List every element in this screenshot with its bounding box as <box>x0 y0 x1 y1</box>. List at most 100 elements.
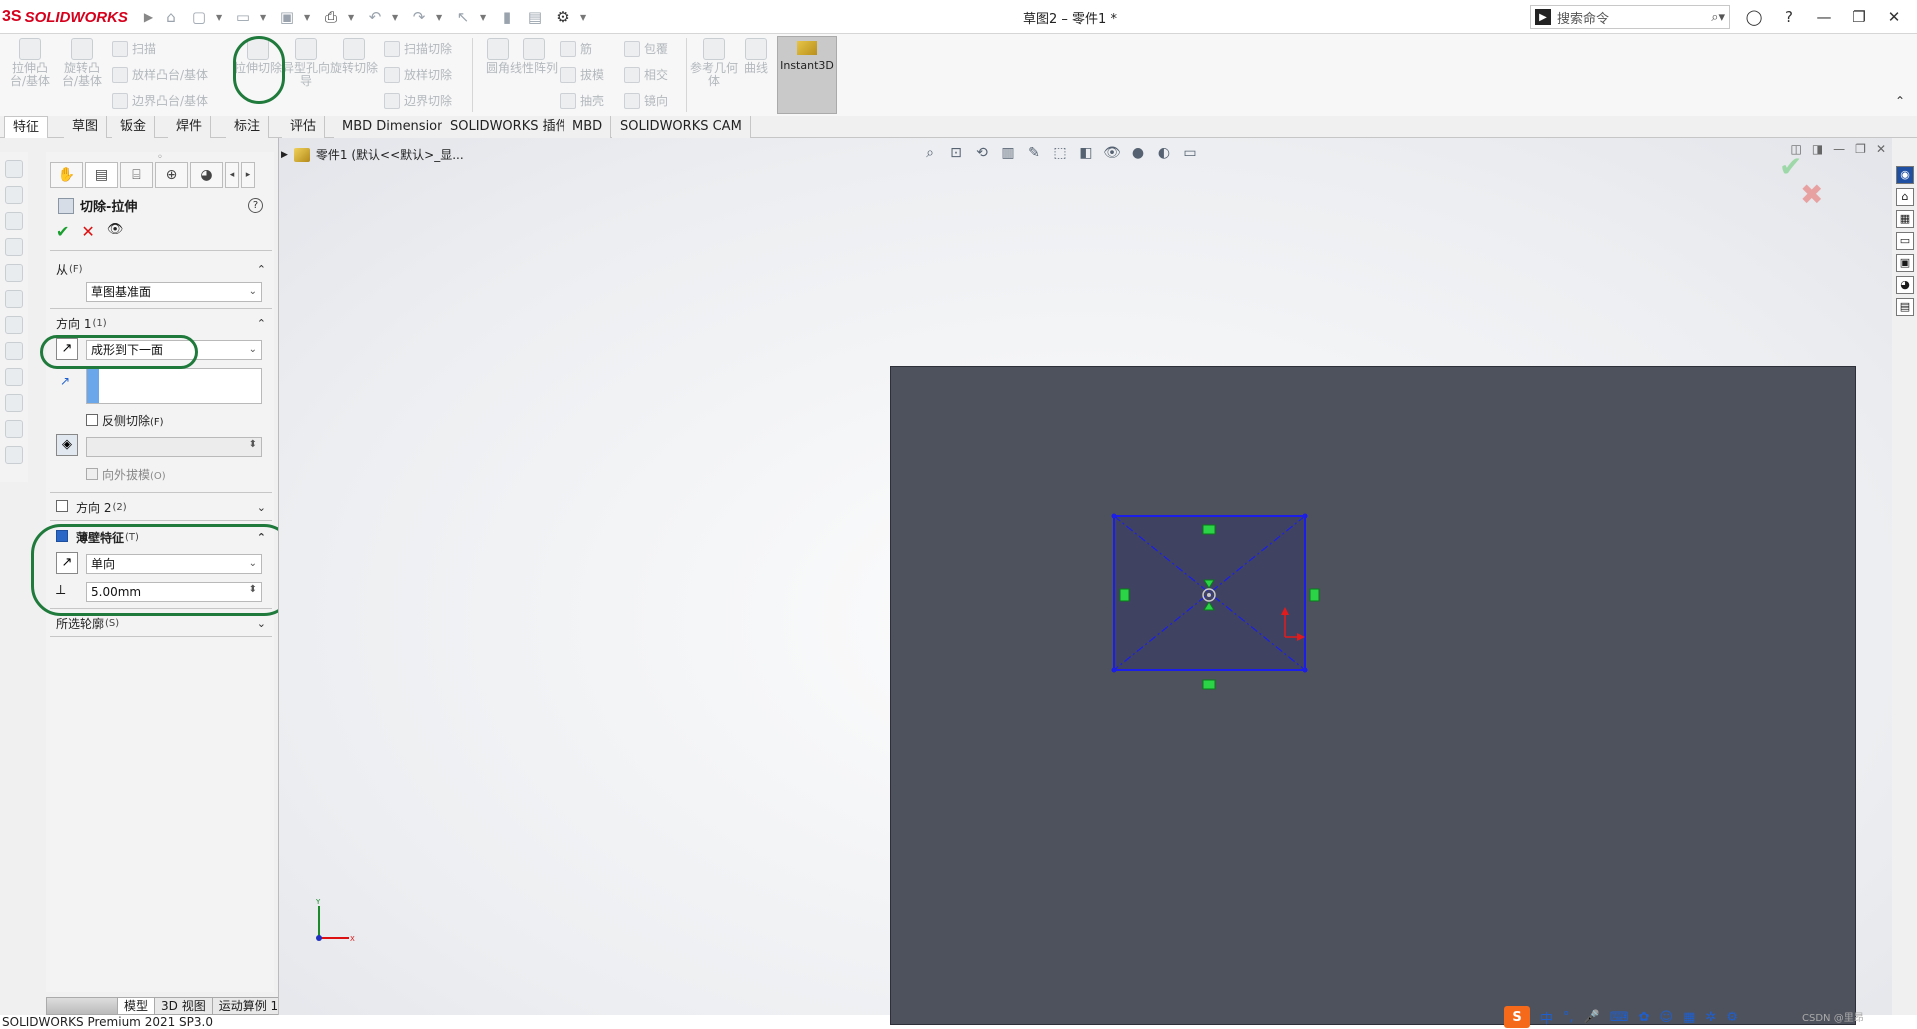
menu-expand-icon[interactable]: ▶ <box>144 10 153 24</box>
view-palette-icon[interactable]: ▣ <box>1896 254 1914 272</box>
help-button[interactable]: ? <box>248 198 263 213</box>
tab-mbd[interactable]: MBD <box>564 116 612 138</box>
collapse-chevron-icon[interactable]: ⌃ <box>257 317 266 330</box>
rebuild-icon[interactable]: ▮ <box>496 6 518 28</box>
sketch-point[interactable] <box>1111 667 1117 673</box>
solidworks-resources-icon[interactable]: ◉ <box>1896 166 1914 184</box>
tab-scroll-left-icon[interactable]: ◂ <box>225 162 239 188</box>
print-icon[interactable]: ⎙ <box>320 6 342 28</box>
loft-button[interactable]: 放样凸台/基体 <box>112 66 208 83</box>
collapse-chevron-icon[interactable]: ⌃ <box>257 263 266 276</box>
feature-strip-icon[interactable] <box>5 238 23 256</box>
design-library-icon[interactable]: ▦ <box>1896 210 1914 228</box>
linear-pattern-button[interactable]: 线性阵列 <box>510 38 558 75</box>
from-section-header[interactable]: 从 (F) ⌃ <box>56 260 266 278</box>
vertical-relation-icon[interactable] <box>1309 588 1320 602</box>
tab-features[interactable]: 特征 <box>4 116 49 138</box>
instant3d-button[interactable]: Instant3D <box>777 36 837 114</box>
home-icon[interactable]: ⌂ <box>160 6 182 28</box>
feature-manager-tab[interactable]: ✋ <box>50 162 83 188</box>
tab-sheet-metal[interactable]: 钣金 <box>112 116 156 138</box>
solidworks-logo[interactable]: 3S SOLIDWORKS ▶ <box>2 6 153 28</box>
hide-show-items-icon[interactable]: 👁 <box>1101 142 1123 164</box>
microphone-icon[interactable]: 🎤 <box>1584 1010 1600 1025</box>
viewport-minimize-icon[interactable]: — <box>1833 142 1845 156</box>
extruded-boss-button[interactable]: 拉伸凸台/基体 <box>6 38 54 88</box>
apply-scene-icon[interactable]: ◐ <box>1153 142 1175 164</box>
tab-motion-study[interactable]: 运动算例 1 <box>211 997 286 1015</box>
sketch-geometry[interactable] <box>891 367 1857 1026</box>
keyboard-icon[interactable]: ⌨ <box>1610 1010 1629 1025</box>
tab-sketch[interactable]: 草图 <box>64 116 108 138</box>
redo-icon[interactable]: ↷ <box>408 6 430 28</box>
sweep-button[interactable]: 扫描 <box>112 40 156 57</box>
direction1-section-header[interactable]: 方向 1 (1) ⌃ <box>56 314 266 332</box>
sketch-point[interactable] <box>1302 667 1308 673</box>
save-dropdown-icon[interactable]: ▼ <box>304 13 314 22</box>
feature-strip-icon[interactable] <box>5 368 23 386</box>
display-style-icon[interactable]: ◧ <box>1075 142 1097 164</box>
horizontal-relation-icon[interactable] <box>1202 524 1216 535</box>
confirm-corner-cancel-icon[interactable]: ✖ <box>1800 178 1823 211</box>
feature-strip-icon[interactable] <box>5 160 23 178</box>
tab-model[interactable]: 模型 <box>117 997 156 1015</box>
graphics-area[interactable]: ▶ 零件1 (默认<<默认>_显... ⌕ ⊡ ⟲ ▥ ✎ ⬚ ◧ 👁 ● ◐ … <box>278 138 1892 1025</box>
feature-strip-icon[interactable] <box>5 420 23 438</box>
expand-chevron-icon[interactable]: ⌄ <box>257 617 266 630</box>
home-icon[interactable]: ⌂ <box>1896 188 1914 206</box>
selected-contours-section-header[interactable]: 所选轮廓 (S) ⌄ <box>56 614 266 632</box>
tab-weldments[interactable]: 焊件 <box>168 116 212 138</box>
display-manager-tab[interactable]: ◕ <box>190 162 223 188</box>
options-dropdown-icon[interactable]: ▼ <box>580 13 590 22</box>
search-commands-input[interactable]: ▶ 搜索命令 ⌕▾ <box>1530 5 1730 29</box>
horizontal-relation-icon[interactable] <box>1202 679 1216 690</box>
feature-strip-icon[interactable] <box>5 264 23 282</box>
curves-button[interactable]: 曲线 <box>732 38 780 75</box>
feature-tree-flyout[interactable]: ▶ 零件1 (默认<<默认>_显... <box>281 146 464 163</box>
previous-view-icon[interactable]: ⟲ <box>971 142 993 164</box>
options-gear-icon[interactable]: ⚙ <box>552 6 574 28</box>
ime-punctuation-icon[interactable]: °, <box>1563 1010 1574 1025</box>
expand-caret-icon[interactable]: ▶ <box>281 150 288 160</box>
ime-settings-icon[interactable]: ✲ <box>1705 1010 1716 1025</box>
view-triad[interactable]: Y X <box>309 898 359 948</box>
zoom-to-area-icon[interactable]: ⊡ <box>945 142 967 164</box>
help-icon[interactable]: ? <box>1775 6 1803 28</box>
collapse-ribbon-icon[interactable]: ⌃ <box>1895 94 1905 108</box>
new-document-icon[interactable]: ▢ <box>188 6 210 28</box>
dynamic-annotation-icon[interactable]: ✎ <box>1023 142 1045 164</box>
feature-strip-icon[interactable] <box>5 186 23 204</box>
draft-on-off-button[interactable]: ◈ <box>56 434 78 456</box>
skin-icon[interactable]: ✿ <box>1639 1010 1650 1025</box>
cancel-x-icon[interactable]: ✕ <box>81 222 94 241</box>
draft-button[interactable]: 拔模 <box>560 66 604 83</box>
select-cursor-icon[interactable]: ↖ <box>452 6 474 28</box>
boundary-boss-button[interactable]: 边界凸台/基体 <box>112 92 208 109</box>
revolved-cut-button[interactable]: 旋转切除 <box>330 38 378 75</box>
print-dropdown-icon[interactable]: ▼ <box>348 13 358 22</box>
intersect-button[interactable]: 相交 <box>624 66 668 83</box>
draft-outward-checkbox[interactable] <box>86 468 98 480</box>
minimize-icon[interactable]: — <box>1810 6 1838 28</box>
restore-icon[interactable]: ❐ <box>1845 6 1873 28</box>
undo-icon[interactable]: ↶ <box>364 6 386 28</box>
edit-appearance-icon[interactable]: ● <box>1127 142 1149 164</box>
view-orientation-icon[interactable]: ⬚ <box>1049 142 1071 164</box>
flip-side-cut-checkbox[interactable] <box>86 414 98 426</box>
expand-chevron-icon[interactable]: ⌄ <box>257 501 266 514</box>
feature-strip-icon[interactable] <box>5 342 23 360</box>
boundary-cut-button[interactable]: 边界切除 <box>384 92 452 109</box>
vertical-relation-icon[interactable] <box>1119 588 1130 602</box>
tab-markup[interactable]: 标注 <box>226 116 270 138</box>
ime-language-label[interactable]: 中 <box>1540 1008 1553 1027</box>
viewport-restore-icon[interactable]: ❐ <box>1855 142 1866 156</box>
zoom-to-fit-icon[interactable]: ⌕ <box>919 142 941 164</box>
pin-icon[interactable]: ◨ <box>1812 142 1823 156</box>
ok-checkmark-icon[interactable]: ✔ <box>56 222 69 241</box>
dimxpert-manager-tab[interactable]: ⊕ <box>155 162 188 188</box>
feature-strip-icon[interactable] <box>5 316 23 334</box>
from-start-condition-select[interactable]: 草图基准面 ⌄ <box>86 282 262 302</box>
open-folder-icon[interactable]: ▭ <box>232 6 254 28</box>
sketch-point[interactable] <box>1302 513 1308 519</box>
new-dropdown-icon[interactable]: ▼ <box>216 13 226 22</box>
